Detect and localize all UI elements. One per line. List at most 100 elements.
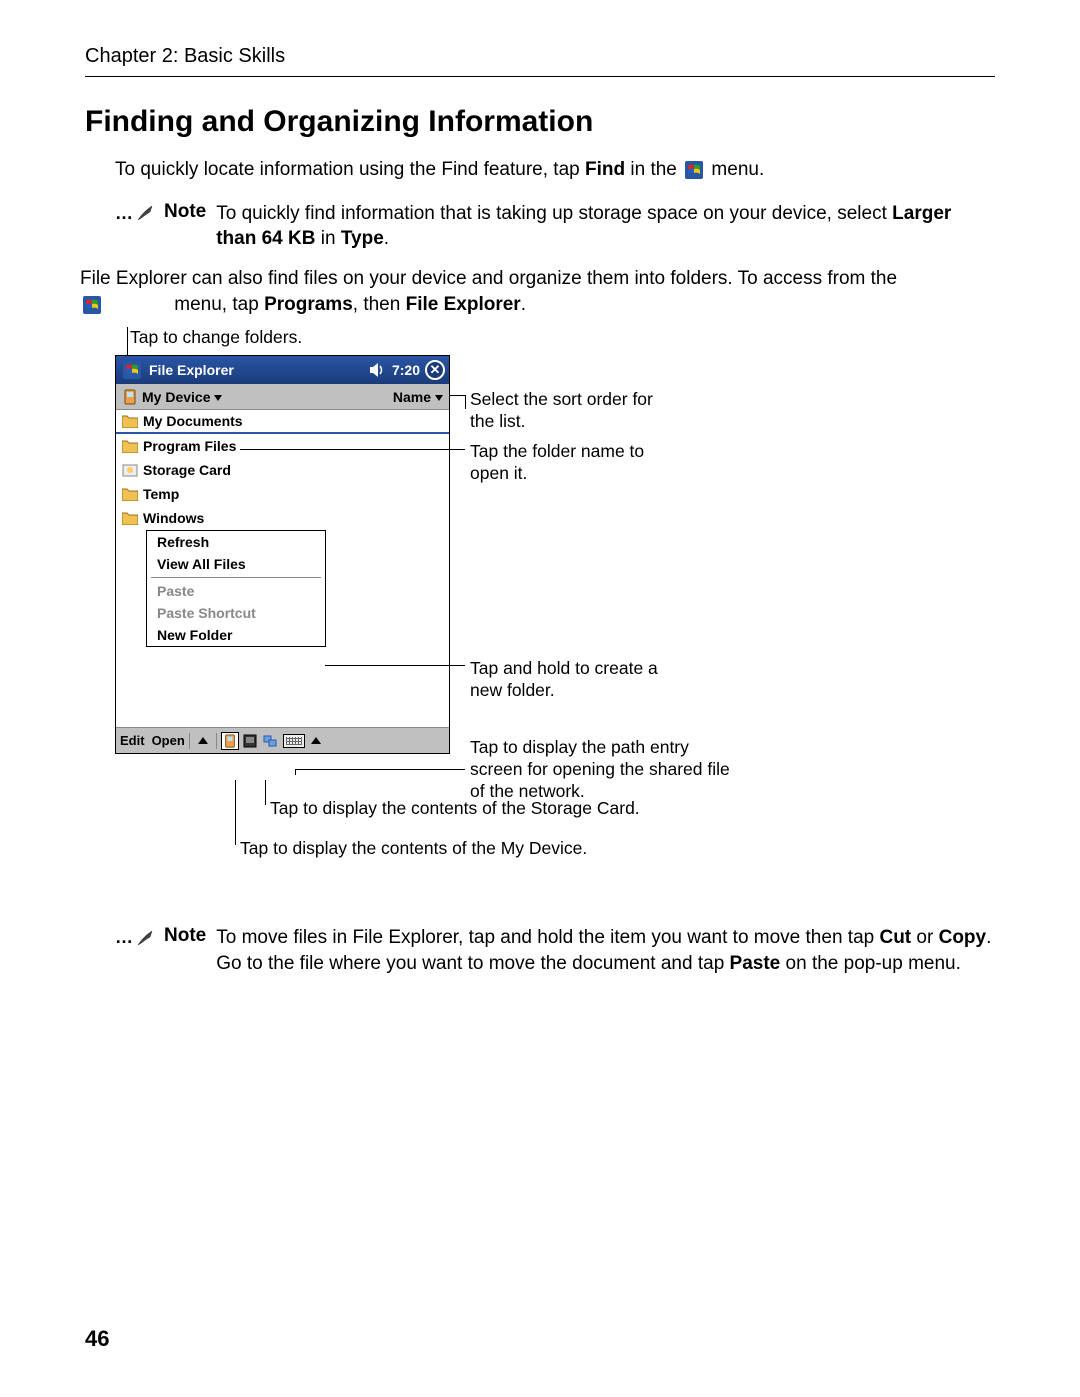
note-text: To quickly find information that is taki… <box>216 201 995 252</box>
intro-paragraph: To quickly locate information using the … <box>85 157 995 183</box>
callout-change-folders: Tap to change folders. <box>130 327 302 349</box>
network-button[interactable] <box>261 732 279 750</box>
sort-dropdown[interactable]: Name <box>393 389 443 405</box>
header-rule <box>85 76 995 77</box>
location-label: My Device <box>142 389 210 405</box>
callout-line <box>235 780 236 845</box>
intro-mid: in the <box>625 159 682 180</box>
speaker-icon[interactable] <box>367 360 387 380</box>
quill-icon <box>136 204 154 222</box>
location-dropdown[interactable]: My Device <box>142 389 222 405</box>
folder-row[interactable]: Temp <box>116 482 449 506</box>
file-list: My Documents Program Files Storage Card … <box>116 410 449 727</box>
note1-bold2: Type <box>341 228 384 249</box>
chevron-down-icon <box>214 395 222 401</box>
callout-line <box>295 769 465 770</box>
app-title: File Explorer <box>149 362 234 378</box>
location-toolbar: My Device Name <box>116 384 449 410</box>
para2-post: . <box>521 294 526 315</box>
device-titlebar: File Explorer 7:20 ✕ <box>116 356 449 384</box>
para2-bold2: File Explorer <box>406 294 521 315</box>
callout-line <box>265 780 266 805</box>
ellipsis-icon: … <box>115 203 134 224</box>
intro-post: menu. <box>706 159 764 180</box>
folder-icon <box>122 414 138 428</box>
menu-paste-shortcut: Paste Shortcut <box>147 602 325 624</box>
note1-pre: To quickly find information that is taki… <box>216 203 892 224</box>
para2-mid: menu, tap <box>169 294 264 315</box>
edit-menu[interactable]: Edit <box>120 733 145 748</box>
menu-view-all-files[interactable]: View All Files <box>147 553 325 575</box>
folder-icon <box>122 487 138 501</box>
callout-line <box>295 769 296 775</box>
note-label: Note <box>164 925 206 947</box>
note1-mid: in <box>315 228 340 249</box>
start-menu-icon <box>147 295 167 315</box>
intro-pre: To quickly locate information using the … <box>115 159 585 180</box>
callout-line <box>465 395 466 409</box>
folder-row[interactable]: My Documents <box>116 410 449 434</box>
folder-label: Storage Card <box>143 462 231 478</box>
para2-line1: File Explorer can also find files on you… <box>80 268 897 289</box>
paragraph-file-explorer: File Explorer can also find files on you… <box>115 266 995 317</box>
my-device-button[interactable] <box>221 732 239 750</box>
context-menu: Refresh View All Files Paste Paste Short… <box>146 530 326 647</box>
para2-bold1: Programs <box>264 294 353 315</box>
note1-post: . <box>384 228 389 249</box>
menu-paste: Paste <box>147 580 325 602</box>
note-text: To move files in File Explorer, tap and … <box>216 925 995 976</box>
callout-line <box>325 665 465 666</box>
callout-my-device: Tap to display the contents of the My De… <box>240 838 587 860</box>
callout-sort-order: Select the sort order for the list. <box>470 389 670 433</box>
folder-row[interactable]: Windows <box>116 506 449 530</box>
note2-pre: To move files in File Explorer, tap and … <box>216 927 879 948</box>
device-screenshot: File Explorer 7:20 ✕ My Device Name My D… <box>115 355 450 754</box>
page-number: 46 <box>85 1326 109 1352</box>
folder-label: Windows <box>143 510 204 526</box>
page-title: Finding and Organizing Information <box>85 105 995 139</box>
note-label: Note <box>164 201 206 223</box>
menu-separator <box>151 577 321 578</box>
note2-cut: Cut <box>879 927 911 948</box>
start-icon[interactable] <box>122 360 142 380</box>
folder-row[interactable]: Storage Card <box>116 458 449 482</box>
intro-find-word: Find <box>585 159 625 180</box>
note2-copy: Copy <box>939 927 987 948</box>
storage-card-icon <box>122 463 138 477</box>
note-1: … Note To quickly find information that … <box>85 201 995 252</box>
folder-label: My Documents <box>143 413 243 429</box>
note-icon: … <box>115 201 154 224</box>
para2-comma: , then <box>353 294 406 315</box>
sip-up-icon[interactable] <box>307 732 325 750</box>
callout-line <box>450 395 465 396</box>
keyboard-icon[interactable] <box>283 734 305 748</box>
storage-card-button[interactable] <box>241 732 259 750</box>
callout-new-folder: Tap and hold to create a new folder. <box>470 658 670 702</box>
start-menu-icon <box>684 160 704 180</box>
ellipsis-icon: … <box>115 927 134 948</box>
callout-line <box>240 449 465 450</box>
folder-icon <box>122 439 138 453</box>
callout-folder-open: Tap the folder name to open it. <box>470 441 670 485</box>
callout-storage-card: Tap to display the contents of the Stora… <box>270 798 640 820</box>
close-icon[interactable]: ✕ <box>425 360 445 380</box>
quill-icon <box>136 929 154 947</box>
note2-post: on the pop-up menu. <box>780 953 961 974</box>
folder-row[interactable]: Program Files <box>116 434 449 458</box>
callout-network: Tap to display the path entry screen for… <box>470 737 730 803</box>
chapter-header: Chapter 2: Basic Skills <box>85 45 995 68</box>
note-2: … Note To move files in File Explorer, t… <box>85 925 995 976</box>
up-arrow-icon[interactable] <box>194 732 212 750</box>
my-device-icon <box>122 389 138 405</box>
note2-mid1: or <box>911 927 938 948</box>
sort-label: Name <box>393 389 431 405</box>
folder-icon <box>122 511 138 525</box>
menu-refresh[interactable]: Refresh <box>147 531 325 553</box>
folder-label: Program Files <box>143 438 236 454</box>
chevron-down-icon <box>435 395 443 401</box>
folder-label: Temp <box>143 486 179 502</box>
figure-area: Tap to change folders. File Explorer 7:2… <box>115 335 995 895</box>
menu-new-folder[interactable]: New Folder <box>147 624 325 646</box>
clock-time: 7:20 <box>392 362 420 378</box>
open-menu[interactable]: Open <box>152 733 185 748</box>
